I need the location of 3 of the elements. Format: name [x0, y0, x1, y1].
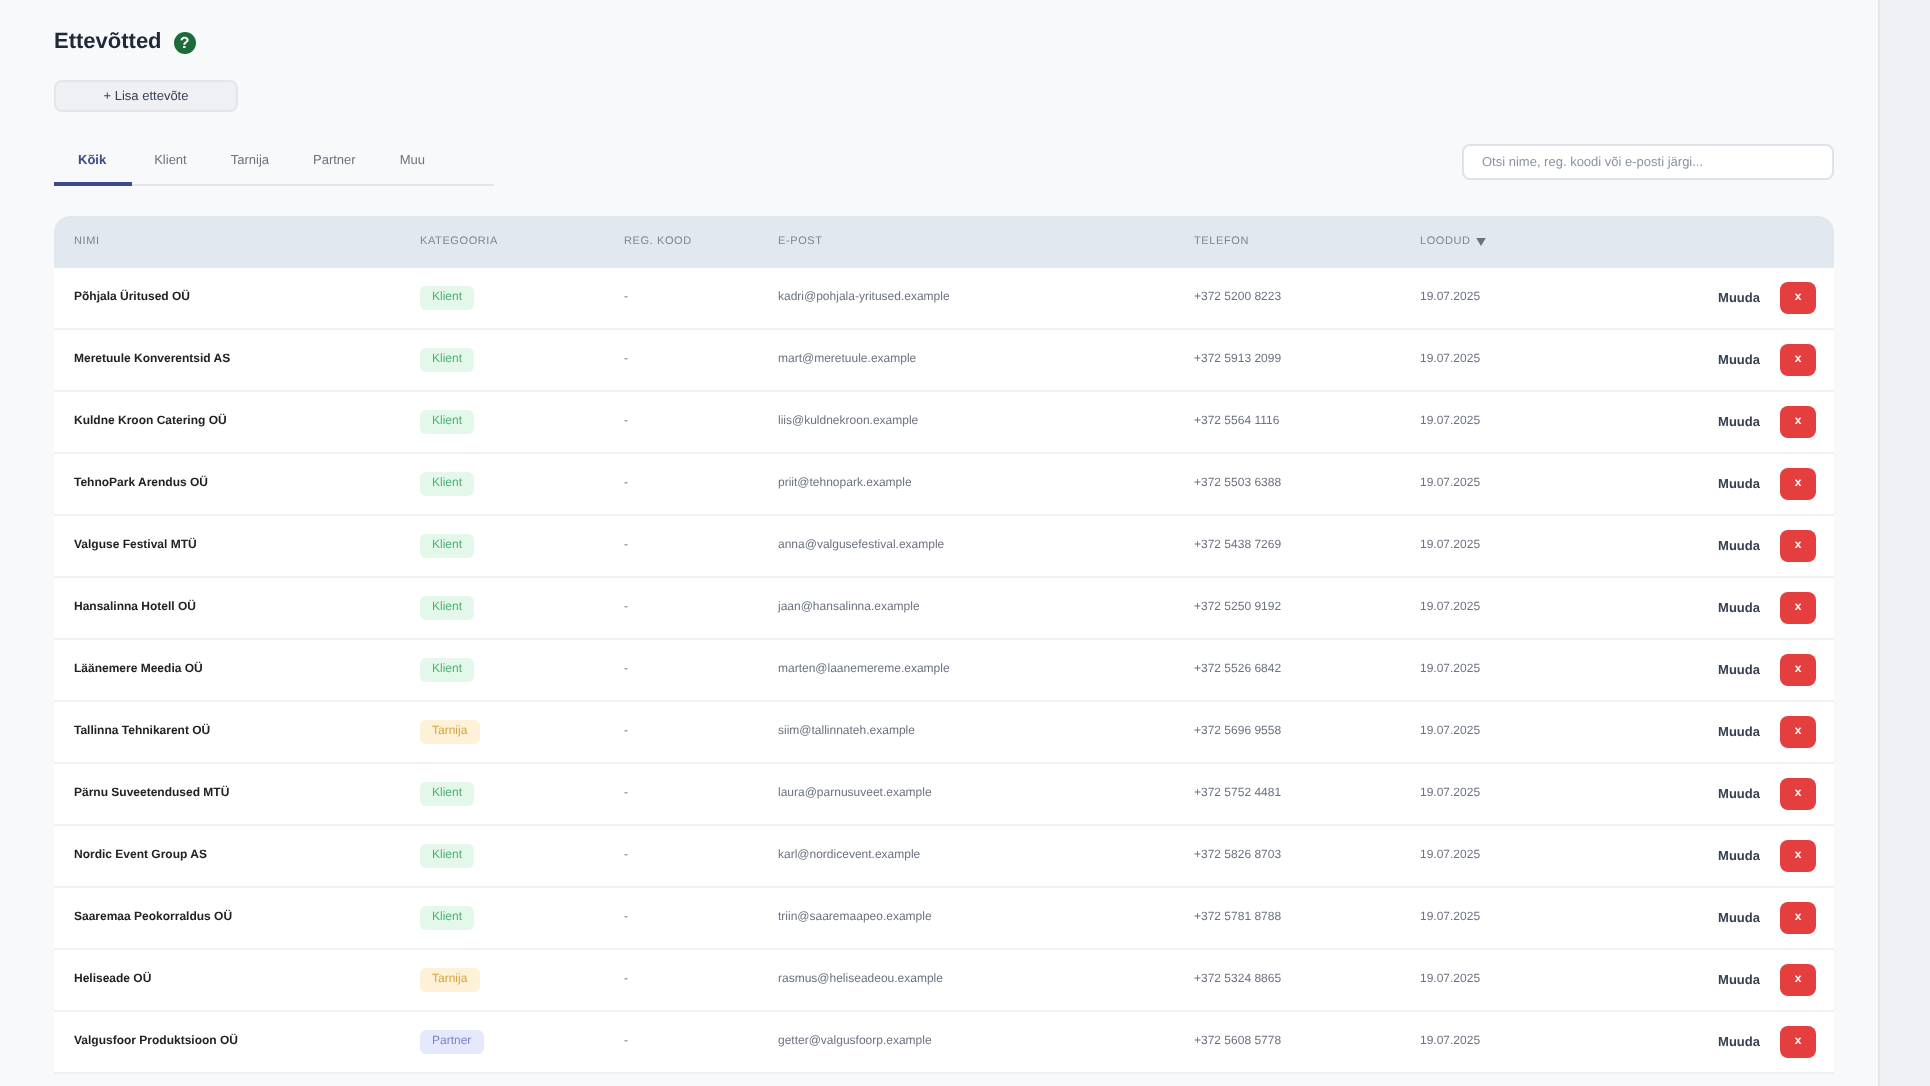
help-icon[interactable]: ?	[173, 31, 196, 53]
page-title: Ettevõtted	[54, 30, 162, 54]
sort-down-icon[interactable]	[1476, 238, 1487, 246]
